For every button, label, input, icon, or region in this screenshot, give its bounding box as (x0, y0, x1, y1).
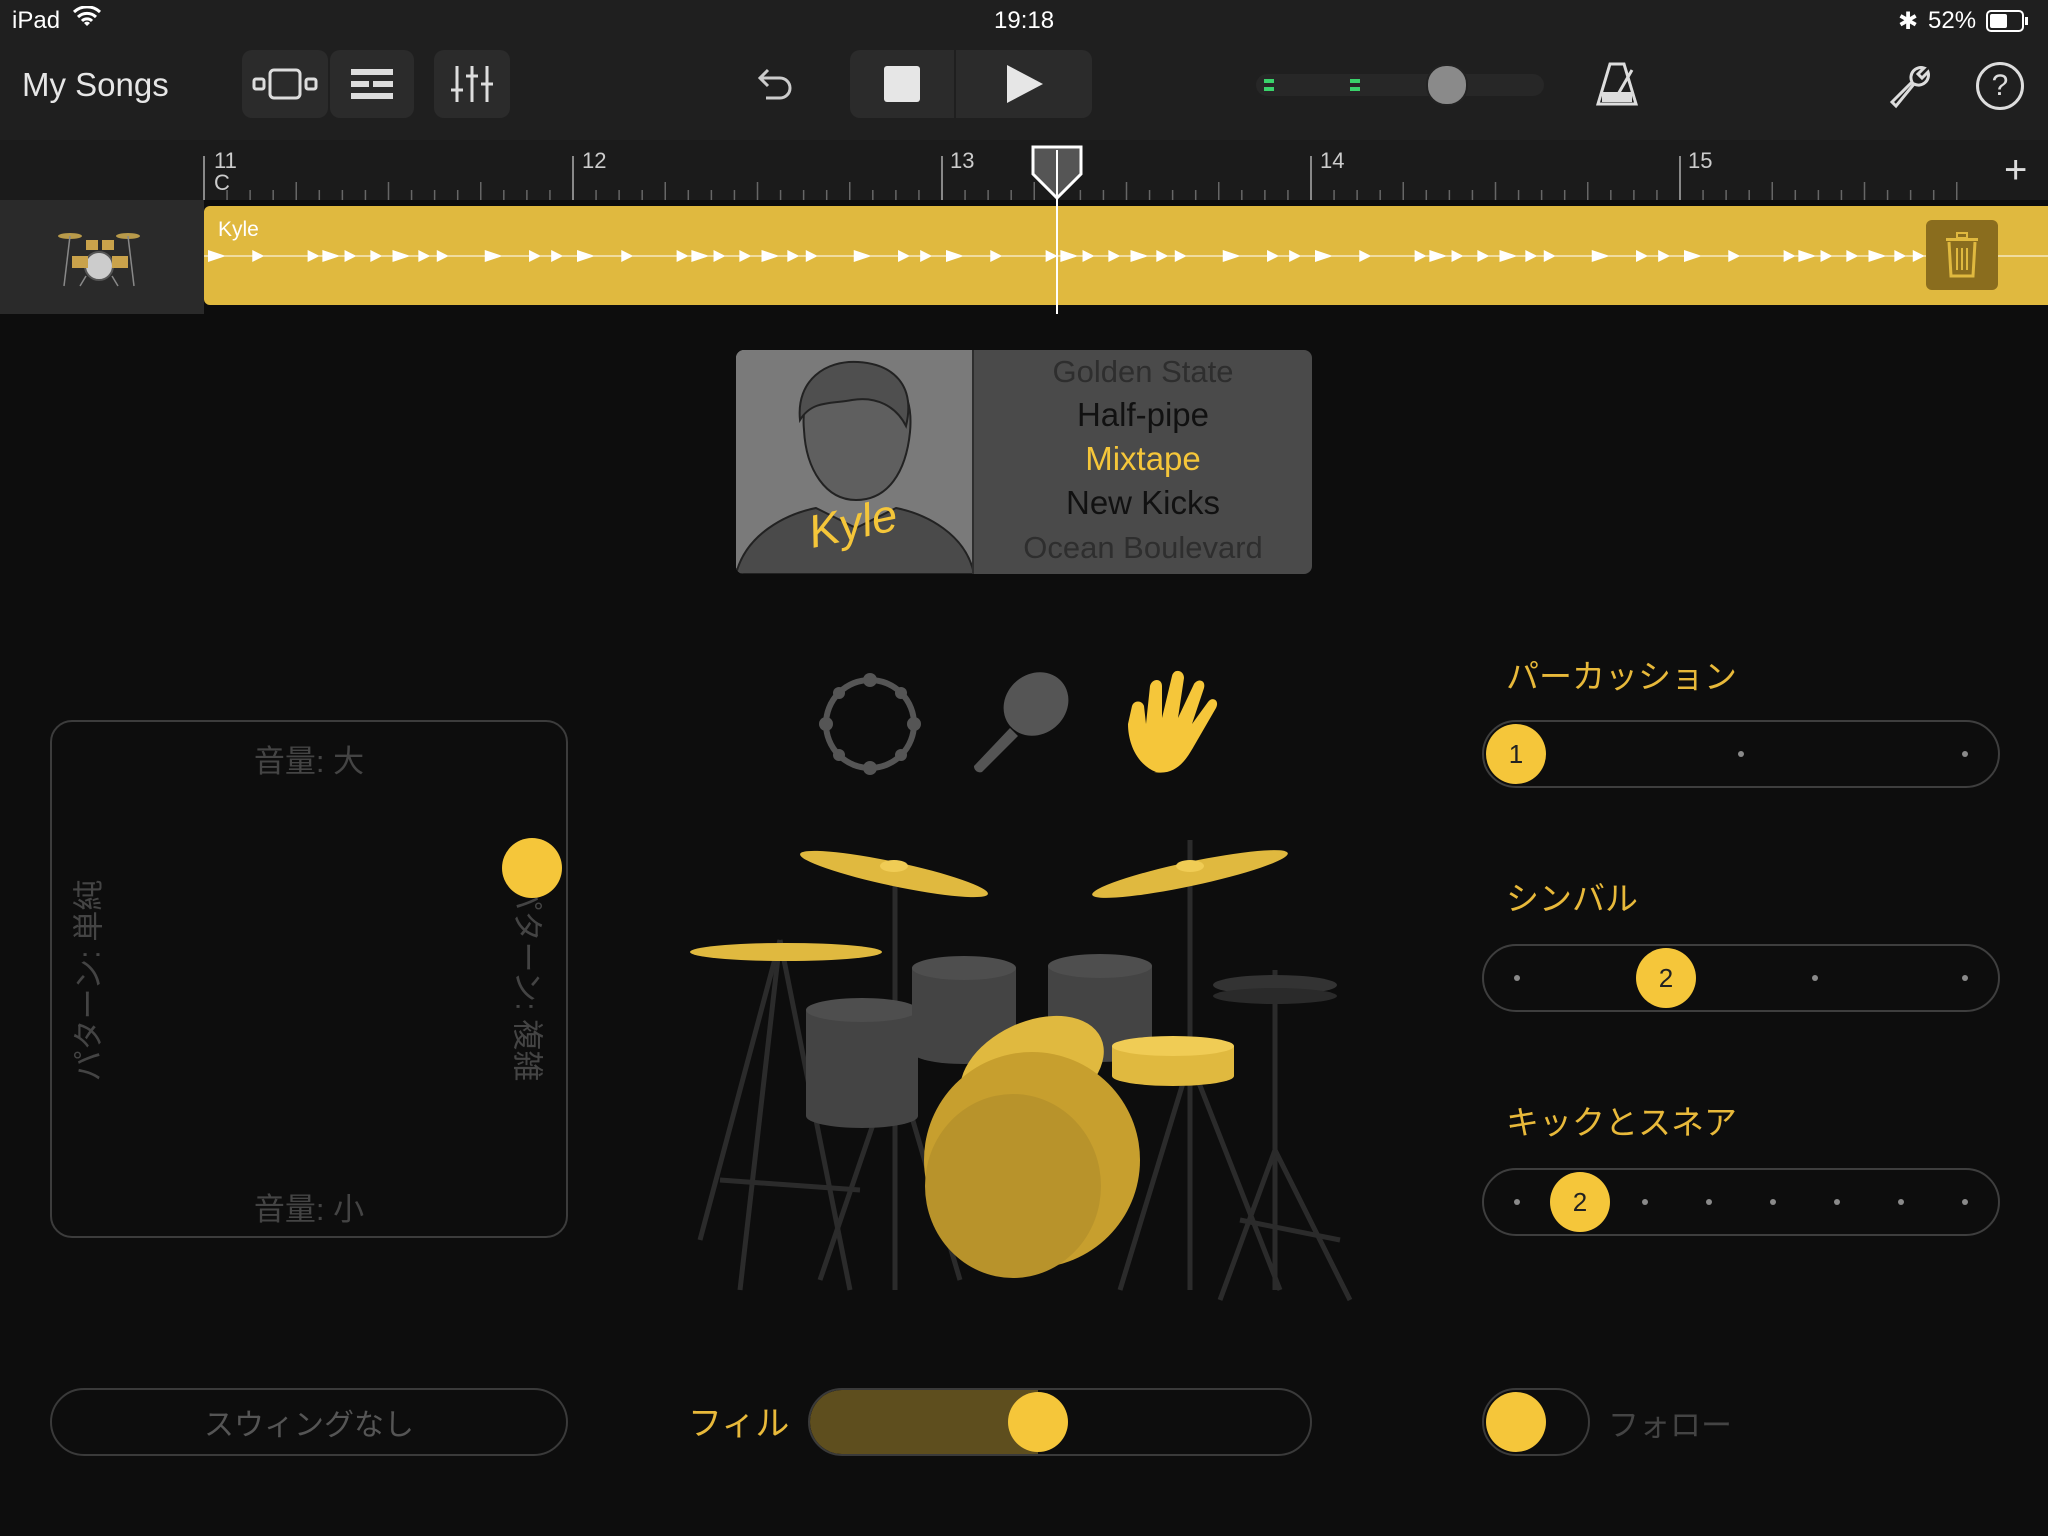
fill-slider-knob[interactable] (1008, 1392, 1069, 1452)
follow-label: フォロー (1608, 1408, 1732, 1443)
delete-region-button[interactable] (1926, 220, 1998, 290)
bluetooth-icon: ✱ (1898, 8, 1919, 35)
follow-toggle[interactable] (1482, 1388, 1590, 1456)
trash-icon (1946, 232, 1978, 278)
style-half-pipe[interactable]: Half-pipe (974, 396, 1312, 434)
wifi-icon (72, 5, 102, 37)
floor-tom (806, 1010, 918, 1128)
kick-snare-label: キックとスネア (1506, 1104, 1737, 1141)
drum-kit-track-icon (58, 233, 140, 287)
wrench-icon (1889, 66, 1930, 109)
bar-number-12: 12 (582, 148, 607, 173)
fill-label: フィル (688, 1405, 790, 1443)
mixer-icon (451, 66, 493, 102)
drummer-picker[interactable]: Kyle Golden State Half-pipe Mixtape New … (736, 350, 1312, 574)
help-icon: ? (1991, 69, 2009, 102)
tracks-view-button[interactable] (330, 50, 414, 118)
xy-pattern-pad[interactable]: 音量: 大 音量: 小 パターン: 単純 パターン: 複雑 (50, 720, 568, 1238)
maraca-icon[interactable] (968, 668, 1074, 774)
volume-knob[interactable] (1426, 64, 1468, 106)
cymbal-label: シンバル (1506, 880, 1638, 917)
play-button[interactable] (956, 50, 1092, 118)
percussion-knob[interactable]: 1 (1486, 724, 1546, 784)
pad-label-soft: 音量: 小 (253, 1192, 365, 1227)
swing-button[interactable]: スウィングなし (50, 1388, 568, 1456)
style-golden-state[interactable]: Golden State (974, 354, 1312, 390)
hand-clap-icon[interactable] (1126, 668, 1226, 776)
drum-kit-illustration[interactable] (680, 820, 1370, 1320)
settings-button[interactable] (1884, 60, 1934, 115)
my-songs-button[interactable]: My Songs (22, 66, 169, 104)
device-name: iPad (12, 7, 61, 34)
fill-slider[interactable] (808, 1388, 1312, 1456)
battery-percent: 52% (1928, 7, 1977, 34)
add-section-button[interactable]: + (2004, 150, 2027, 190)
xy-pad-puck[interactable] (502, 838, 562, 898)
master-volume-slider[interactable] (1256, 64, 1544, 106)
pad-label-loud: 音量: 大 (253, 744, 365, 779)
playhead-line (1056, 150, 1058, 314)
level-meter-right-b (1350, 87, 1360, 91)
ruler-ticks (203, 156, 1958, 200)
region-beat-pattern (204, 250, 2048, 262)
browser-view-button[interactable] (242, 50, 328, 118)
follow-toggle-knob[interactable] (1486, 1392, 1546, 1452)
undo-icon (757, 68, 792, 100)
style-new-kicks[interactable]: New Kicks (974, 484, 1312, 522)
help-button[interactable]: ? (1976, 62, 2024, 110)
fill-slider-track (810, 1390, 1039, 1454)
toolbar: My Songs ? (0, 44, 2048, 144)
tracks-icon (351, 69, 393, 99)
stop-icon (884, 66, 920, 102)
style-ocean-boulevard[interactable]: Ocean Boulevard (974, 530, 1312, 566)
status-bar: iPad 19:18 ✱ 52% (0, 0, 2048, 44)
style-mixtape-selected[interactable]: Mixtape (974, 440, 1312, 478)
level-meter-left-b (1264, 87, 1274, 91)
level-meter-right (1350, 79, 1360, 83)
stop-button[interactable] (850, 50, 954, 118)
tambourine-icon[interactable] (812, 672, 928, 776)
play-icon (1007, 65, 1043, 103)
kick-snare-slider[interactable]: 2 (1482, 1168, 2000, 1236)
bar-number-13: 13 (950, 148, 975, 173)
timeline-ruler[interactable]: 11 C 12 13 14 15 + (0, 140, 2048, 200)
level-meter-left (1264, 79, 1274, 83)
clock: 19:18 (994, 7, 1055, 34)
pad-label-simple: パターン: 単純 (71, 879, 107, 1082)
instrument-view-icon (252, 68, 318, 100)
percussion-slider[interactable]: 1 (1482, 720, 2000, 788)
kick-snare-knob[interactable]: 2 (1550, 1172, 1610, 1232)
track-header[interactable] (0, 200, 204, 314)
cymbal-knob[interactable]: 2 (1636, 948, 1696, 1008)
splash-cymbal (690, 943, 882, 961)
mixer-button[interactable] (434, 50, 510, 118)
metronome-button[interactable] (1594, 60, 1640, 113)
drummer-portrait[interactable]: Kyle (736, 350, 976, 574)
metronome-icon (1595, 62, 1639, 106)
drummer-region[interactable]: Kyle (204, 206, 2048, 305)
region-name: Kyle (218, 218, 259, 241)
battery-icon (1986, 10, 2030, 39)
bar-number-15: 15 (1688, 148, 1713, 173)
undo-button[interactable] (752, 62, 796, 111)
key-label: C (214, 170, 230, 195)
percussion-label: パーカッション (1506, 658, 1737, 695)
cymbal-slider[interactable]: 2 (1482, 944, 2000, 1012)
bar-number-14: 14 (1320, 148, 1345, 173)
